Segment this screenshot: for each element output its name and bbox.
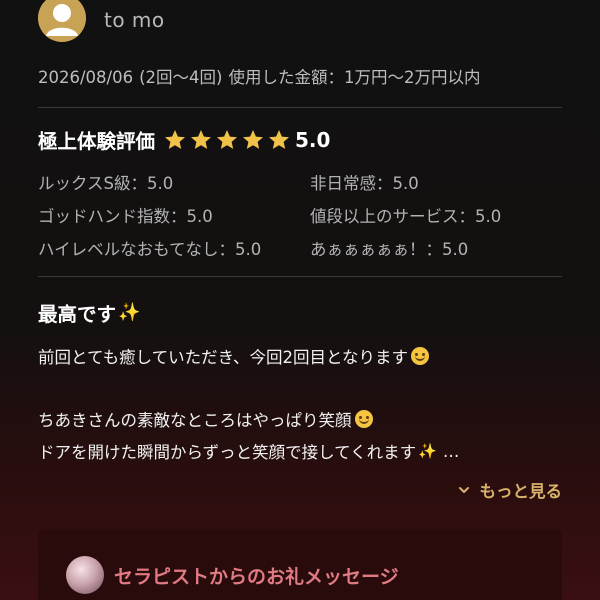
- reviewer-name: to mo: [104, 8, 165, 32]
- therapist-avatar: [66, 556, 104, 594]
- sparkle-icon: ✨: [418, 442, 437, 460]
- criteria-item: ルックスS級：5.0: [38, 174, 174, 193]
- spend-amount: 使用した金額：1万円〜2万円以内: [228, 68, 481, 87]
- review-card: to mo 2026/08/06 (2回〜4回) 使用した金額：1万円〜2万円以内 …: [0, 0, 600, 600]
- criteria-item: あぁぁぁぁぁ！：5.0: [310, 240, 469, 259]
- star-rating: [163, 128, 293, 152]
- show-more-button[interactable]: もっと見る: [458, 478, 563, 502]
- user-avatar-icon: [38, 0, 86, 42]
- divider: [38, 276, 562, 277]
- therapist-message-title: セラピストからのお礼メッセージ: [114, 565, 399, 588]
- star-icon: [165, 129, 186, 149]
- smile-emoji-icon: [411, 347, 430, 365]
- review-line: ちあきさんの素敵なところはやっぱり笑顔: [38, 407, 373, 431]
- review-line: 前回とても癒していただき、今回2回目となります: [38, 344, 430, 368]
- review-date: 2026/08/06: [38, 68, 134, 87]
- truncation-ellipsis: …: [442, 441, 460, 461]
- star-icon: [269, 129, 290, 149]
- rating-title: 極上体験評価: [38, 130, 156, 153]
- therapist-message-header[interactable]: セラピストからのお礼メッセージ: [66, 556, 399, 594]
- criteria-item: 非日常感：5.0: [310, 174, 419, 193]
- criteria-item: ゴッドハンド指数：5.0: [38, 207, 213, 226]
- show-more-label: もっと見る: [479, 482, 563, 501]
- criteria-item: ハイレベルなおもてなし：5.0: [38, 240, 262, 259]
- star-icon: [191, 129, 212, 149]
- rating-score: 5.0: [295, 127, 331, 152]
- review-line: ドアを開けた瞬間からずっと笑顔で接してくれます ✨ …: [38, 439, 459, 463]
- review-line-text: ドアを開けた瞬間からずっと笑顔で接してくれます: [38, 443, 417, 462]
- review-meta: 2026/08/06 (2回〜4回) 使用した金額：1万円〜2万円以内: [38, 64, 480, 88]
- divider: [38, 107, 562, 108]
- review-title-text: 最高です: [38, 303, 117, 326]
- review-line-text: ちあきさんの素敵なところはやっぱり笑顔: [38, 411, 352, 430]
- smile-emoji-icon: [354, 410, 373, 428]
- sparkle-icon: ✨: [118, 302, 141, 323]
- chevron-down-icon: [458, 487, 469, 493]
- review-line-text: 前回とても癒していただき、今回2回目となります: [38, 348, 409, 367]
- criteria-item: 値段以上のサービス：5.0: [310, 207, 502, 226]
- star-icon: [217, 129, 238, 149]
- visit-count: (2回〜4回): [139, 68, 223, 87]
- rating-row: 極上体験評価 5.0: [38, 125, 330, 154]
- review-title: 最高です ✨: [38, 298, 140, 327]
- star-icon: [243, 129, 264, 149]
